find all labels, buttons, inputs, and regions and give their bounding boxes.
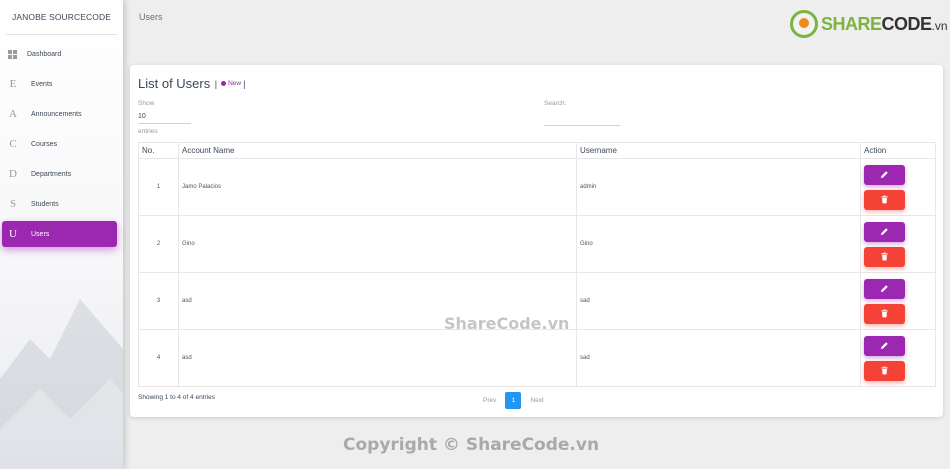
logo-text-share: SHARE xyxy=(821,13,882,34)
sidebar-item-events[interactable]: E Events xyxy=(2,71,117,97)
table-row: 4 asd sad xyxy=(138,329,936,387)
title-separator: | xyxy=(212,78,218,89)
trash-icon xyxy=(881,309,888,318)
sidebar-item-departments[interactable]: D Departments xyxy=(2,161,117,187)
delete-button[interactable] xyxy=(864,189,905,210)
cell-actions xyxy=(860,272,936,330)
page-title: Users xyxy=(139,12,163,22)
courses-icon: C xyxy=(9,138,17,150)
pencil-icon xyxy=(880,285,888,293)
cell-no: 4 xyxy=(138,329,179,387)
new-user-link[interactable]: New xyxy=(221,80,241,87)
edit-button[interactable] xyxy=(864,164,905,185)
cell-actions xyxy=(860,158,936,216)
events-icon: E xyxy=(9,78,17,90)
users-icon: U xyxy=(9,228,17,240)
search-input[interactable] xyxy=(544,113,620,126)
card-title: List of Users | New | xyxy=(138,76,247,91)
cell-username: admin xyxy=(576,158,861,216)
students-icon: S xyxy=(9,198,17,210)
dashboard-icon xyxy=(8,49,18,59)
sidebar-item-label: Users xyxy=(31,230,50,238)
sidebar-item-label: Dashboard xyxy=(27,50,62,58)
trash-icon xyxy=(881,195,888,204)
cell-no: 2 xyxy=(138,215,179,273)
sidebar-item-label: Students xyxy=(31,200,59,208)
entries-label: entries xyxy=(138,128,158,135)
table-row: 2 Gino Gino xyxy=(138,215,936,273)
sidebar-item-students[interactable]: S Students xyxy=(2,191,117,217)
sidebar-item-label: Events xyxy=(31,80,53,88)
table-info: Showing 1 to 4 of 4 entries xyxy=(138,394,215,401)
trash-icon xyxy=(881,366,888,375)
edit-button[interactable] xyxy=(864,278,905,299)
pencil-icon xyxy=(880,171,888,179)
trash-icon xyxy=(881,252,888,261)
users-table: No. Account Name Username Action 1 Jamo … xyxy=(138,142,936,387)
table-header-row: No. Account Name Username Action xyxy=(138,142,936,159)
sidebar-item-label: Courses xyxy=(31,140,58,148)
sidebar-item-label: Announcements xyxy=(31,110,82,118)
logo-text-tld: .vn xyxy=(931,19,948,33)
delete-button[interactable] xyxy=(864,246,905,267)
delete-button[interactable] xyxy=(864,303,905,324)
cell-account-name: Jamo Palacios xyxy=(178,158,577,216)
cell-account-name: Gino xyxy=(178,215,577,273)
delete-button[interactable] xyxy=(864,360,905,381)
sidebar-mountain-image xyxy=(0,299,123,469)
table-row: 1 Jamo Palacios admin xyxy=(138,158,936,216)
title-separator: | xyxy=(243,78,246,89)
column-header-action: Action xyxy=(860,142,936,159)
entries-select[interactable]: 10 xyxy=(138,113,191,124)
cell-username: sad xyxy=(576,272,861,330)
cell-account-name: asd xyxy=(178,329,577,387)
column-header-account-name[interactable]: Account Name xyxy=(178,142,577,159)
sidebar: JANOBE SOURCECODE Dashboard E Events A A… xyxy=(0,0,123,469)
cell-username: Gino xyxy=(576,215,861,273)
sidebar-item-label: Departments xyxy=(31,170,72,178)
column-header-no[interactable]: No. xyxy=(138,142,179,159)
announcements-icon: A xyxy=(9,108,17,120)
edit-button[interactable] xyxy=(864,335,905,356)
sidebar-item-dashboard[interactable]: Dashboard xyxy=(2,41,117,67)
list-title: List of Users xyxy=(138,76,211,91)
search-label: Search: xyxy=(544,100,567,107)
cell-username: sad xyxy=(576,329,861,387)
users-card: List of Users | New | Show 10 entries Se… xyxy=(130,65,943,417)
logo-text-code: CODE xyxy=(881,13,933,34)
sidebar-item-announcements[interactable]: A Announcements xyxy=(2,101,117,127)
sidebar-nav: Dashboard E Events A Announcements C Cou… xyxy=(0,41,123,247)
plus-circle-icon xyxy=(221,81,227,86)
sidebar-item-courses[interactable]: C Courses xyxy=(2,131,117,157)
pencil-icon xyxy=(880,228,888,236)
cell-no: 1 xyxy=(138,158,179,216)
sidebar-brand[interactable]: JANOBE SOURCECODE xyxy=(6,0,117,35)
edit-button[interactable] xyxy=(864,221,905,242)
sidebar-item-users[interactable]: U Users xyxy=(2,221,117,247)
sharecode-logo-icon xyxy=(790,10,818,38)
departments-icon: D xyxy=(9,168,17,180)
next-page-button[interactable]: Next xyxy=(527,397,546,404)
column-header-username[interactable]: Username xyxy=(576,142,861,159)
show-label: Show xyxy=(138,100,155,107)
new-user-label: New xyxy=(228,80,242,87)
pencil-icon xyxy=(880,342,888,350)
cell-actions xyxy=(860,329,936,387)
watermark-copyright: Copyright © ShareCode.vn xyxy=(343,435,600,455)
cell-no: 3 xyxy=(138,272,179,330)
sharecode-logo: SHARE CODE .vn xyxy=(790,10,948,38)
page-1-button[interactable]: 1 xyxy=(505,392,522,409)
watermark-center: ShareCode.vn xyxy=(444,314,570,333)
prev-page-button[interactable]: Prev xyxy=(480,397,499,404)
pagination: Prev 1 Next xyxy=(480,392,547,409)
cell-actions xyxy=(860,215,936,273)
